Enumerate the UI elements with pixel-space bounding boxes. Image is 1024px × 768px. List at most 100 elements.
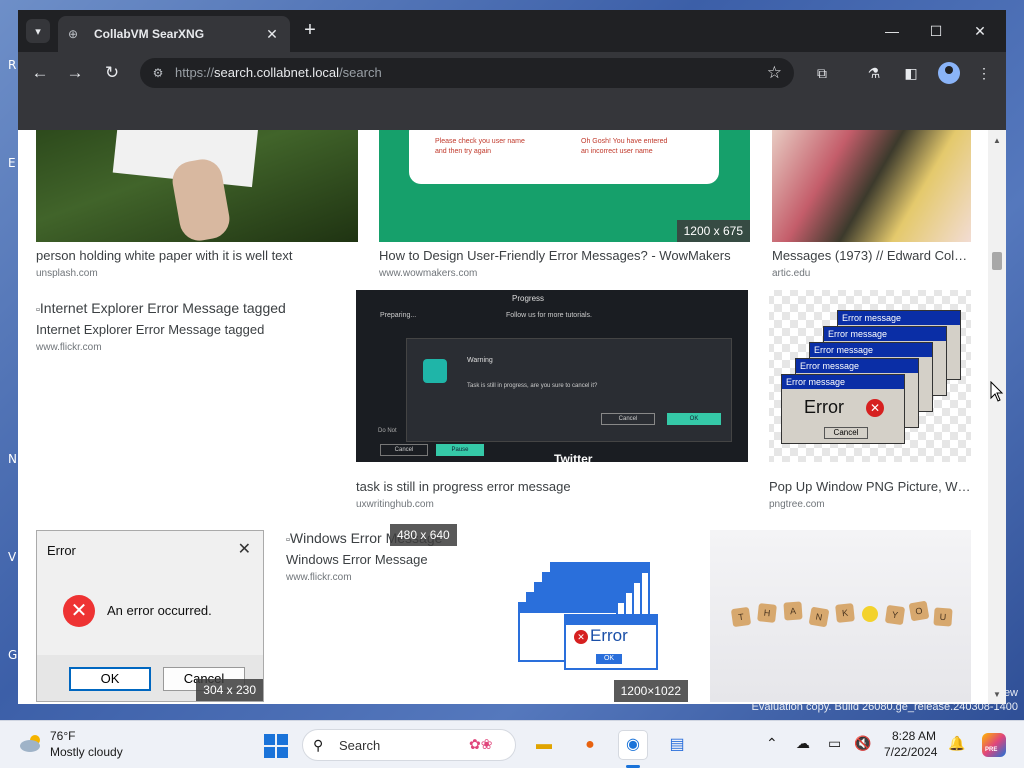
extensions-icon[interactable]: ⧉ bbox=[810, 61, 834, 85]
notepad-icon[interactable]: ▤ bbox=[663, 731, 691, 759]
thumb-text: Cancel bbox=[601, 413, 655, 425]
error-window-shape: Error message Error ✕ Cancel bbox=[781, 374, 905, 444]
result-thumbnail[interactable] bbox=[36, 130, 358, 242]
thumb-text: A bbox=[783, 601, 803, 621]
url-scheme: https:// bbox=[175, 65, 215, 80]
result-title[interactable]: Pop Up Window PNG Picture, W… bbox=[769, 479, 971, 494]
chevron-up-icon[interactable]: ⌃ bbox=[766, 735, 778, 752]
firefox-icon[interactable]: ● bbox=[576, 731, 604, 759]
start-button[interactable] bbox=[264, 734, 288, 758]
search-highlight-icon: ✿❀ bbox=[469, 736, 493, 752]
weather-temperature[interactable]: 76°F bbox=[50, 729, 75, 743]
error-x-icon: ✕ bbox=[574, 630, 588, 644]
taskbar-search-box[interactable]: ⚲ Search ✿❀ bbox=[302, 729, 516, 761]
result-thumbnail[interactable]: ✕ Error OK 1200×1022 bbox=[506, 556, 688, 702]
arrow-right-icon: → bbox=[66, 63, 84, 82]
tab-active[interactable]: ⊕ CollabVM SearXNG ✕ bbox=[58, 16, 290, 52]
thumb-text: Error bbox=[47, 543, 76, 558]
thumb-text: K bbox=[835, 603, 855, 623]
desktop-icon-label[interactable]: N bbox=[8, 452, 17, 466]
site-settings-icon[interactable]: ⚙ bbox=[150, 65, 166, 81]
image-size-badge: 304 x 230 bbox=[196, 679, 263, 701]
error-x-icon: ✕ bbox=[63, 595, 95, 627]
minimize-button[interactable]: — bbox=[870, 18, 914, 44]
notification-bell-icon[interactable]: 🔔 bbox=[948, 735, 965, 752]
back-button[interactable]: ← bbox=[27, 60, 53, 86]
clock-date[interactable]: 7/22/2024 bbox=[884, 745, 937, 759]
windows-logo-pane bbox=[264, 747, 275, 758]
result-source: www.flickr.com bbox=[286, 572, 352, 583]
warning-dialog: Warning Task is still in progress, are y… bbox=[406, 338, 732, 442]
clock-time[interactable]: 8:28 AM bbox=[884, 729, 936, 743]
desktop-icon-label[interactable]: V bbox=[8, 550, 16, 564]
bookmark-star-icon[interactable]: ☆ bbox=[767, 63, 782, 83]
result-source: pngtree.com bbox=[769, 499, 825, 510]
maximize-button[interactable]: ☐ bbox=[914, 18, 958, 44]
reload-button[interactable]: ↻ bbox=[99, 60, 125, 86]
weather-description[interactable]: Mostly cloudy bbox=[50, 745, 123, 759]
browser-window: ▾ ⊕ CollabVM SearXNG ✕ + — ☐ ✕ ← → ↻ ⚙ h… bbox=[18, 10, 1006, 704]
file-explorer-icon[interactable]: ▬ bbox=[530, 731, 558, 759]
scrollbar-thumb[interactable] bbox=[992, 252, 1002, 270]
thumb-text: Error message bbox=[796, 359, 918, 373]
result-title[interactable]: Messages (1973) // Edward Col… bbox=[772, 248, 971, 263]
result-thumbnail[interactable]: Progress Preparing... Follow us for more… bbox=[356, 290, 748, 462]
result-thumbnail[interactable] bbox=[772, 130, 971, 242]
search-label: Search bbox=[339, 738, 381, 753]
result-title[interactable]: task is still in progress error message bbox=[356, 479, 748, 494]
image-size-badge: 1200×1022 bbox=[613, 680, 688, 702]
result-thumbnail[interactable]: Error message Error message Error messag… bbox=[769, 290, 971, 462]
thumb-text: OK bbox=[69, 667, 151, 691]
app-logo-icon bbox=[423, 359, 447, 383]
watermark-line: ew bbox=[1003, 687, 1018, 699]
scroll-up-arrow-icon[interactable]: ▲ bbox=[992, 136, 1002, 145]
thumb-text: Do Not bbox=[378, 428, 397, 434]
new-tab-button[interactable]: + bbox=[298, 18, 322, 42]
more-menu-icon[interactable]: ⋮ bbox=[972, 61, 996, 85]
windows-logo-pane bbox=[277, 747, 288, 758]
desktop-icon-label[interactable]: E bbox=[8, 156, 16, 170]
address-bar[interactable]: ⚙ https://search.collabnet.local/search … bbox=[140, 58, 794, 88]
result-thumbnail[interactable]: Please check you user name and then try … bbox=[379, 130, 750, 242]
tab-strip: ▾ ⊕ CollabVM SearXNG ✕ + — ☐ ✕ bbox=[18, 10, 1006, 52]
volume-icon[interactable]: 🔇 bbox=[854, 735, 871, 752]
close-window-button[interactable]: ✕ bbox=[958, 18, 1002, 44]
chrome-icon[interactable]: ◉ bbox=[619, 731, 647, 759]
url-text[interactable]: https://search.collabnet.local/search bbox=[175, 65, 382, 80]
windows-logo-pane bbox=[277, 734, 288, 745]
copilot-icon[interactable]: PRE bbox=[982, 733, 1006, 757]
mouse-cursor-icon bbox=[990, 381, 1004, 402]
thumb-text: Twitter bbox=[554, 452, 593, 462]
profile-avatar[interactable] bbox=[938, 62, 960, 84]
desktop-icon-label[interactable]: R bbox=[8, 58, 16, 72]
network-icon[interactable]: ☁ bbox=[796, 735, 810, 752]
cloud-weather-icon[interactable] bbox=[18, 733, 44, 753]
result-thumbnail[interactable]: Error ✕ ✕ An error occurred. OK Cancel 3… bbox=[36, 530, 264, 702]
result-source: www.flickr.com bbox=[36, 342, 102, 353]
bookmarks-bar bbox=[18, 94, 1006, 130]
page-scrollbar[interactable]: ▲ ▼ bbox=[988, 130, 1006, 704]
thumb-text: Warning bbox=[467, 357, 493, 364]
display-icon[interactable]: ▭ bbox=[828, 735, 841, 752]
labs-flask-icon[interactable]: ⚗ bbox=[862, 61, 886, 85]
result-thumbnail[interactable]: T H A N K Y O U bbox=[710, 530, 971, 702]
result-title[interactable]: person holding white paper with it is we… bbox=[36, 248, 358, 263]
thumb-text: N bbox=[808, 606, 830, 628]
smiley-ball-shape bbox=[862, 606, 878, 622]
error-form-card: Please check you user name and then try … bbox=[409, 130, 719, 184]
result-title[interactable]: Internet Explorer Error Message tagged bbox=[36, 322, 336, 337]
copilot-badge: PRE bbox=[985, 747, 998, 753]
tab-search-button[interactable]: ▾ bbox=[26, 19, 50, 43]
arrow-left-icon: ← bbox=[31, 63, 49, 82]
desktop-icon-label[interactable]: G bbox=[8, 648, 17, 662]
reload-icon: ↻ bbox=[104, 63, 120, 82]
side-panel-icon[interactable]: ◧ bbox=[899, 61, 923, 85]
thumb-text: Y bbox=[884, 604, 906, 626]
result-title[interactable]: How to Design User-Friendly Error Messag… bbox=[379, 248, 750, 263]
result-title[interactable]: Windows Error Message bbox=[286, 552, 486, 567]
forward-button[interactable]: → bbox=[62, 60, 88, 86]
close-tab-icon[interactable]: ✕ bbox=[264, 26, 280, 43]
search-icon: ⚲ bbox=[313, 737, 324, 753]
broken-image-alt[interactable]: ▫Internet Explorer Error Message tagged bbox=[36, 300, 286, 316]
scroll-down-arrow-icon[interactable]: ▼ bbox=[992, 690, 1002, 699]
